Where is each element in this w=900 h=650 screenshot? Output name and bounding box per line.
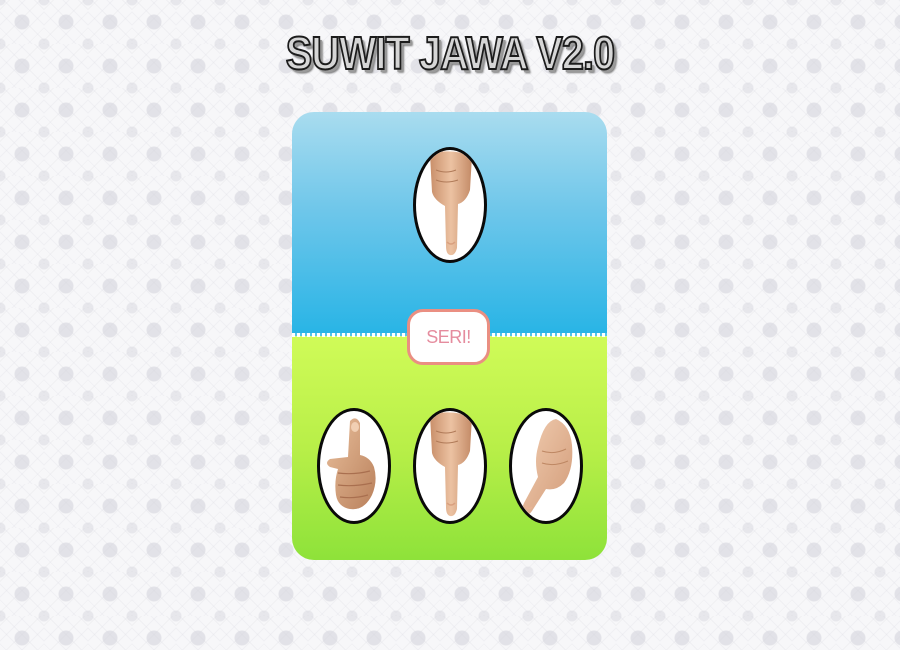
result-badge: SERI! — [407, 309, 490, 365]
manusia-index-finger-icon — [430, 412, 472, 517]
game-board: SERI! — [292, 112, 607, 560]
manusia-hand-icon — [430, 151, 472, 256]
choice-semut-button[interactable] — [509, 408, 583, 524]
choice-gajah-button[interactable] — [317, 408, 391, 524]
game-title: SUWIT JAWA V2.0 — [285, 26, 616, 80]
choice-manusia-button[interactable] — [413, 408, 487, 524]
semut-pinky-finger-icon — [522, 419, 573, 515]
computer-choice — [413, 147, 487, 263]
gajah-thumb-icon — [327, 418, 376, 510]
